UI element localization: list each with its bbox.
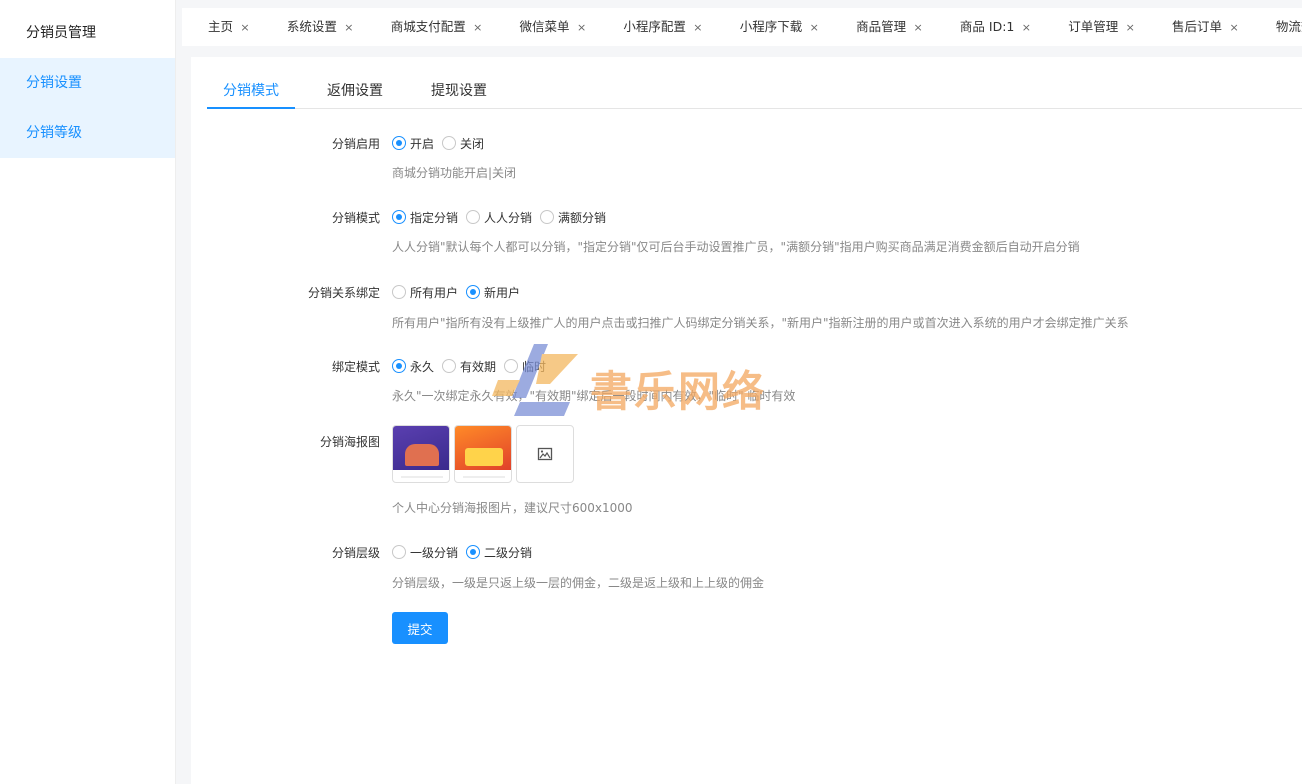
radio-bind-validity[interactable]: 有效期	[442, 358, 496, 375]
radio-level-one[interactable]: 一级分销	[392, 544, 458, 561]
tab-product-management[interactable]: 商品管理 ×	[830, 8, 930, 46]
radio-dot-icon	[442, 136, 457, 150]
tab-logistics-query[interactable]: 物流查询配	[1250, 8, 1302, 46]
radio-mode-threshold[interactable]: 满额分销	[540, 209, 606, 226]
radio-bind-temporary[interactable]: 临时	[504, 358, 546, 375]
tab-miniprogram-download[interactable]: 小程序下载 ×	[714, 8, 827, 46]
field-label: 分销模式	[331, 211, 380, 225]
sidebar-item-distribution-settings[interactable]: 分销设置	[0, 58, 175, 108]
field-label: 分销海报图	[319, 435, 380, 449]
radio-dot-icon	[392, 210, 406, 224]
radio-dot-icon	[392, 545, 406, 559]
subtab-withdraw-settings[interactable]: 提现设置	[431, 77, 487, 109]
poster-thumbnail[interactable]	[454, 425, 512, 483]
radio-enable-on[interactable]: 开启	[392, 135, 434, 152]
radio-mode-everyone[interactable]: 人人分销	[466, 209, 532, 226]
poster-thumbnail[interactable]	[392, 425, 450, 483]
close-icon[interactable]: ×	[1228, 9, 1240, 46]
radio-dot-icon	[392, 136, 406, 150]
radio-dot-icon	[392, 359, 406, 373]
close-icon[interactable]: ×	[808, 9, 820, 46]
field-label: 分销关系绑定	[307, 286, 380, 300]
field-label: 绑定模式	[331, 360, 380, 374]
close-icon[interactable]: ×	[912, 9, 924, 46]
radio-dot-icon	[392, 285, 406, 299]
close-icon[interactable]: ×	[576, 9, 588, 46]
radio-binding-new-users[interactable]: 新用户	[466, 284, 520, 301]
tab-miniprogram-config[interactable]: 小程序配置 ×	[597, 8, 710, 46]
field-label: 分销层级	[331, 546, 380, 560]
radio-dot-icon	[466, 210, 481, 224]
settings-subtabs: 分销模式 返佣设置 提现设置	[207, 77, 1302, 109]
help-text: 永久"一次绑定永久有效，"有效期"绑定后一段时间内有效，"临时" 临时有效	[392, 389, 796, 403]
poster-list	[392, 425, 578, 483]
sidebar-header: 分销员管理	[26, 25, 96, 41]
tab-wechat-menu[interactable]: 微信菜单 ×	[494, 8, 594, 46]
close-icon[interactable]: ×	[692, 9, 704, 46]
tab-aftersale-orders[interactable]: 售后订单 ×	[1146, 8, 1246, 46]
image-icon	[537, 447, 553, 461]
radio-dot-icon	[466, 545, 481, 559]
close-icon[interactable]: ×	[239, 9, 251, 46]
tab-system-settings[interactable]: 系统设置 ×	[261, 8, 361, 46]
subtab-distribution-mode[interactable]: 分销模式	[207, 77, 295, 109]
upload-image-button[interactable]	[516, 425, 574, 483]
tab-home[interactable]: 主页 ×	[182, 8, 257, 46]
page-tabs-bar: 主页 × 系统设置 × 商城支付配置 × 微信菜单 × 小程序配置 × 小程序下载 × 商品…	[182, 8, 1302, 46]
field-label: 分销启用	[331, 137, 380, 151]
radio-level-two[interactable]: 二级分销	[466, 544, 532, 561]
submit-button[interactable]: 提交	[392, 612, 448, 644]
main-panel: 分销模式 返佣设置 提现设置 分销启用 开启 关闭 商城分销功能开启|关闭 分销…	[191, 57, 1302, 784]
radio-dot-icon	[466, 285, 481, 299]
radio-mode-designated[interactable]: 指定分销	[392, 209, 458, 226]
sidebar-item-distribution-levels[interactable]: 分销等级	[0, 108, 175, 158]
help-text: 分销层级，一级是只返上级一层的佣金，二级是返上级和上上级的佣金	[392, 576, 765, 590]
help-text: 所有用户"指所有没有上级推广人的用户点击或扫推广人码绑定分销关系，"新用户"指新…	[392, 316, 1129, 330]
close-icon[interactable]: ×	[1124, 9, 1136, 46]
help-text: 商城分销功能开启|关闭	[392, 166, 517, 180]
tab-order-management[interactable]: 订单管理 ×	[1042, 8, 1142, 46]
radio-dot-icon	[540, 210, 555, 224]
subtab-commission-settings[interactable]: 返佣设置	[327, 77, 383, 109]
tab-payment-config[interactable]: 商城支付配置 ×	[365, 8, 490, 46]
radio-enable-off[interactable]: 关闭	[442, 135, 484, 152]
close-icon[interactable]: ×	[472, 9, 484, 46]
close-icon[interactable]: ×	[343, 9, 355, 46]
tab-product-id[interactable]: 商品 ID:1 ×	[934, 8, 1038, 46]
radio-binding-all-users[interactable]: 所有用户	[392, 284, 458, 301]
help-text: 个人中心分销海报图片，建议尺寸600x1000	[392, 501, 633, 515]
radio-dot-icon	[504, 359, 519, 373]
sidebar: 分销员管理 分销设置 分销等级	[0, 0, 176, 784]
radio-bind-permanent[interactable]: 永久	[392, 358, 434, 375]
close-icon[interactable]: ×	[1020, 9, 1032, 46]
radio-dot-icon	[442, 359, 457, 373]
help-text: 人人分销"默认每个人都可以分销，"指定分销"仅可后台手动设置推广员，"满额分销"…	[392, 240, 1080, 254]
